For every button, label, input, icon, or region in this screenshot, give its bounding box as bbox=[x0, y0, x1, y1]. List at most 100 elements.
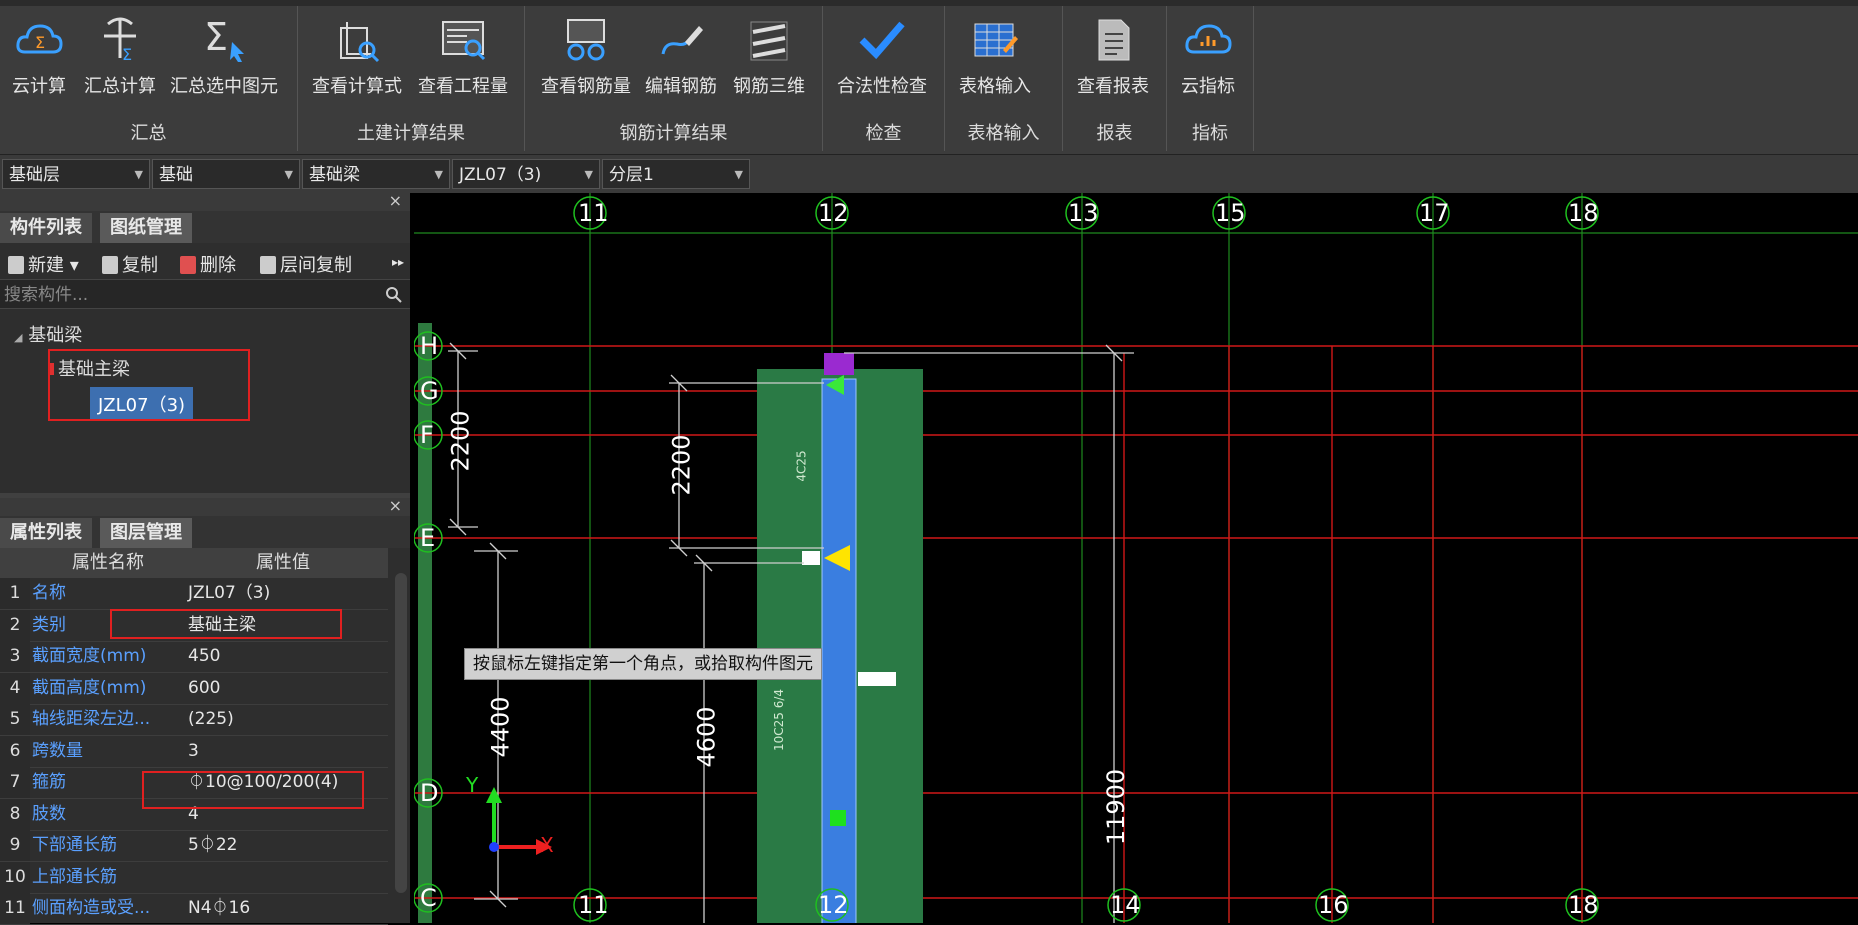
svg-text:Σ: Σ bbox=[35, 33, 45, 52]
tab-property-list[interactable]: 属性列表 bbox=[0, 518, 92, 548]
component-panel-header: × bbox=[0, 191, 410, 211]
property-panel-tabs: 属性列表 图层管理 bbox=[0, 516, 410, 548]
beam-rebar-label: 4C25 bbox=[794, 450, 809, 482]
view-rebar-button[interactable]: 查看钢筋量 bbox=[541, 14, 631, 98]
property-row[interactable]: 6 跨数量 3 bbox=[0, 735, 388, 768]
property-value[interactable]: 3 bbox=[188, 736, 384, 767]
cloud-index-icon bbox=[1185, 24, 1232, 54]
component-panel-tabs: 构件列表 图纸管理 bbox=[0, 211, 410, 243]
ribbon-group-label: 报表 bbox=[1096, 123, 1133, 144]
dimension-text: 11900 bbox=[1102, 768, 1131, 846]
rebar-3d-label: 钢筋三维 bbox=[733, 76, 805, 97]
expand-icon[interactable]: ◢ bbox=[14, 331, 22, 344]
delete-button-label: 删除 bbox=[200, 255, 236, 276]
rebar-3d-button[interactable]: 钢筋三维 bbox=[733, 14, 805, 98]
view-formula-button[interactable]: 查看计算式 bbox=[312, 14, 402, 98]
close-icon[interactable]: × bbox=[389, 496, 402, 515]
axis-label-bottom: 16 bbox=[1318, 891, 1349, 919]
ribbon-group-report: 查看报表 报表 bbox=[1063, 6, 1167, 151]
rebar-3d-icon bbox=[750, 21, 788, 61]
cloud-calc-label: 云计算 bbox=[12, 76, 66, 97]
property-name: 上部通长筋 bbox=[32, 866, 117, 887]
property-row[interactable]: 4 截面高度(mm) 600 bbox=[0, 672, 388, 705]
view-quantity-button[interactable]: 查看工程量 bbox=[418, 14, 508, 98]
property-panel-header: × bbox=[0, 496, 410, 516]
property-scrollbar[interactable] bbox=[395, 573, 407, 893]
summary-selected-button[interactable]: Σ 汇总选中图元 bbox=[170, 14, 278, 98]
component-select-value: JZL07（3) bbox=[459, 165, 542, 185]
beam-rebar-label: 10C25 6/4 bbox=[772, 688, 787, 752]
floor-select[interactable]: 基础层 ▼ bbox=[2, 159, 150, 189]
search-placeholder: 搜索构件... bbox=[4, 285, 89, 305]
property-row[interactable]: 3 截面宽度(mm) 450 bbox=[0, 641, 388, 673]
delete-icon bbox=[180, 256, 196, 274]
grip-square[interactable] bbox=[858, 672, 896, 686]
tab-drawing-management[interactable]: 图纸管理 bbox=[100, 213, 192, 243]
cloud-index-button[interactable]: 云指标 bbox=[1181, 14, 1235, 98]
property-row-number: 11 bbox=[0, 893, 30, 924]
search-icon[interactable] bbox=[386, 287, 402, 303]
drawing-canvas[interactable]: 11 12 13 15 17 18 11 12 14 16 18 H G F E… bbox=[414, 193, 1858, 923]
tab-layer-management[interactable]: 图层管理 bbox=[100, 518, 192, 548]
tree-node-foundation-beam[interactable]: ◢ 基础梁 bbox=[14, 321, 82, 347]
more-tools-button[interactable]: ▸▸ bbox=[392, 255, 404, 269]
beam-JZL07[interactable] bbox=[821, 378, 857, 923]
property-value[interactable]: N4⏀16 bbox=[188, 893, 384, 924]
property-row[interactable]: 1 名称 JZL07（3) bbox=[0, 578, 388, 610]
summary-calc-icon: Σ bbox=[104, 17, 136, 64]
property-row[interactable]: 11 侧面构造或受... N4⏀16 bbox=[0, 893, 388, 925]
view-rebar-label: 查看钢筋量 bbox=[541, 76, 631, 97]
tree-node-label: 基础梁 bbox=[28, 325, 83, 346]
tab-component-list[interactable]: 构件列表 bbox=[0, 213, 92, 243]
property-row-number: 3 bbox=[0, 641, 30, 672]
axis-label-left: G bbox=[420, 377, 439, 405]
copy-button[interactable]: 复制 bbox=[102, 251, 158, 277]
table-input-icon bbox=[974, 23, 1018, 57]
floor-copy-button[interactable]: 层间复制 bbox=[260, 251, 352, 277]
property-row[interactable]: 9 下部通长筋 5⏀22 bbox=[0, 830, 388, 862]
property-value[interactable]: JZL07（3) bbox=[188, 578, 384, 609]
checkmark-icon bbox=[859, 21, 905, 60]
property-value[interactable]: 450 bbox=[188, 641, 384, 672]
search-input[interactable]: 搜索构件... bbox=[0, 279, 410, 309]
close-icon[interactable]: × bbox=[389, 191, 402, 210]
ribbon-group-label: 检查 bbox=[865, 123, 902, 144]
axis-label-bottom: 12 bbox=[818, 891, 849, 919]
ribbon-group-label: 钢筋计算结果 bbox=[619, 123, 728, 144]
validity-check-label: 合法性检查 bbox=[837, 76, 927, 97]
axis-label-left: H bbox=[420, 332, 439, 360]
view-rebar-icon bbox=[567, 19, 605, 61]
cloud-calc-button[interactable]: Σ 云计算 bbox=[12, 14, 66, 98]
property-name: 截面宽度(mm) bbox=[32, 646, 147, 666]
property-name: 下部通长筋 bbox=[32, 835, 117, 855]
summary-calc-button[interactable]: Σ 汇总计算 bbox=[84, 14, 156, 98]
view-report-button[interactable]: 查看报表 bbox=[1077, 14, 1149, 98]
highlight-box bbox=[48, 349, 250, 421]
component-select[interactable]: JZL07（3) ▼ bbox=[452, 159, 600, 189]
filter-bar: 基础层 ▼ 基础 ▼ 基础梁 ▼ JZL07（3) ▼ 分层1 ▼ bbox=[0, 155, 1858, 193]
view-formula-icon bbox=[340, 22, 380, 63]
property-value[interactable]: 5⏀22 bbox=[188, 830, 384, 861]
component-toolbar: 新建 ▾ 复制 删除 层间复制 ▸▸ bbox=[0, 245, 410, 279]
ribbon-group-table: 表格输入 表格输入 bbox=[945, 6, 1063, 151]
delete-button[interactable]: 删除 bbox=[180, 251, 236, 277]
validity-check-button[interactable]: 合法性检查 bbox=[837, 14, 927, 98]
component-type-select[interactable]: 基础梁 ▼ bbox=[302, 159, 450, 189]
category-select[interactable]: 基础 ▼ bbox=[152, 159, 300, 189]
edit-rebar-button[interactable]: 编辑钢筋 bbox=[645, 14, 717, 98]
table-input-button[interactable]: 表格输入 bbox=[959, 14, 1031, 98]
axis-label-top: 13 bbox=[1068, 199, 1099, 227]
property-row[interactable]: 5 轴线距梁左边... (225) bbox=[0, 704, 388, 736]
property-value[interactable]: 600 bbox=[188, 673, 384, 704]
axis-label-bottom: 18 bbox=[1568, 891, 1599, 919]
sigma-cursor-icon: Σ bbox=[204, 15, 244, 62]
layer-select[interactable]: 分层1 ▼ bbox=[602, 159, 750, 189]
new-button[interactable]: 新建 ▾ bbox=[8, 251, 79, 277]
dimension-text: 2200 bbox=[667, 434, 696, 496]
chevron-down-icon: ▼ bbox=[134, 168, 143, 181]
grip-square[interactable] bbox=[830, 810, 846, 826]
chevron-down-icon: ▼ bbox=[734, 168, 743, 181]
grip-square[interactable] bbox=[802, 551, 820, 565]
property-row[interactable]: 10 上部通长筋 bbox=[0, 861, 388, 894]
property-value[interactable]: (225) bbox=[188, 704, 384, 735]
